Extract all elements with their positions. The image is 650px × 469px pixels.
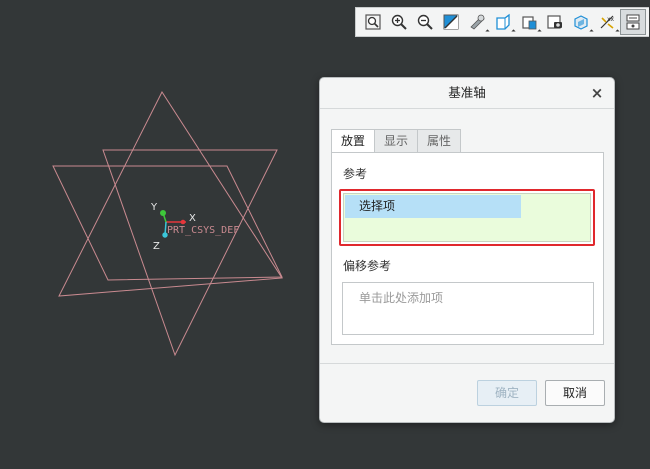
footer-divider	[320, 363, 614, 364]
repaint-icon	[443, 14, 459, 30]
references-label: 参考	[343, 167, 368, 181]
saved-orientations-button[interactable]	[490, 9, 516, 35]
tab-properties[interactable]: 属性	[417, 129, 462, 152]
repaint-button[interactable]	[438, 9, 464, 35]
csys-x-marker	[180, 219, 186, 225]
perspective-view-icon	[547, 15, 562, 29]
title-divider	[320, 108, 614, 109]
csys-y-label: Y	[150, 202, 158, 213]
zoom-out-icon	[417, 14, 433, 30]
close-icon[interactable]: ×	[589, 83, 605, 103]
placement-panel: 参考 选择项 偏移参考 单击此处添加项	[331, 152, 604, 345]
reference-select-item[interactable]: 选择项	[345, 195, 521, 218]
references-highlight: 选择项	[339, 189, 595, 246]
zoom-in-icon	[391, 14, 407, 30]
refit-icon	[365, 14, 381, 30]
annotation-display-icon	[626, 14, 640, 30]
offset-references-collector[interactable]: 单击此处添加项	[342, 282, 594, 335]
cancel-button[interactable]: 取消	[545, 380, 605, 406]
view-manager-icon	[522, 16, 537, 30]
saved-orientations-icon	[496, 13, 510, 30]
refit-button[interactable]	[360, 9, 386, 35]
references-collector[interactable]: 选择项	[343, 193, 591, 242]
csys-z-label: Z	[153, 241, 160, 252]
dialog-title: 基准轴	[448, 85, 486, 100]
datum-axis-dialog: 基准轴 × 放置 显示 属性 参考 选择项 偏移参考 单击此处添加项 确定 取消	[319, 77, 615, 423]
tab-placement[interactable]: 放置	[331, 129, 376, 153]
datum-plane-top	[102, 149, 278, 357]
offset-references-label: 偏移参考	[343, 259, 392, 273]
tab-display[interactable]: 显示	[374, 129, 419, 152]
view-manager-button[interactable]	[516, 9, 542, 35]
datum-display-icon: xx	[600, 15, 615, 29]
display-style-button[interactable]	[464, 9, 490, 35]
annotation-display-button[interactable]	[620, 9, 646, 35]
view-toolbar: xx	[355, 7, 649, 37]
svg-text:xx: xx	[607, 16, 615, 23]
datum-display-button[interactable]: xx	[594, 9, 620, 35]
csys-name-label: PRT_CSYS_DEF	[167, 225, 239, 236]
section-button[interactable]	[568, 9, 594, 35]
dialog-tabs: 放置 显示 属性	[331, 129, 462, 153]
csys-x-label: X	[189, 213, 196, 224]
zoom-in-button[interactable]	[386, 9, 412, 35]
datum-plane-right	[52, 165, 283, 281]
csys-y-marker	[160, 210, 166, 216]
datum-plane-front	[58, 90, 283, 297]
offset-placeholder: 单击此处添加项	[359, 291, 444, 305]
section-icon	[574, 15, 588, 30]
ok-button[interactable]: 确定	[477, 380, 537, 406]
perspective-view-button[interactable]	[542, 9, 568, 35]
display-style-icon	[470, 14, 485, 30]
zoom-out-button[interactable]	[412, 9, 438, 35]
